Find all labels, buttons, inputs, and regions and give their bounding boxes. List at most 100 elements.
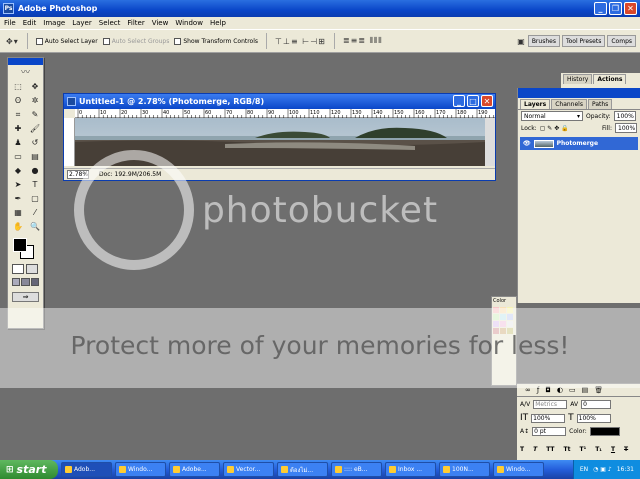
tab-history[interactable]: History — [563, 74, 593, 84]
screen-mode-standard-icon[interactable] — [12, 278, 21, 286]
taskbar-item[interactable]: :::: eB... — [331, 462, 382, 477]
menu-view[interactable]: View — [152, 19, 169, 27]
tab-actions[interactable]: Actions — [593, 74, 627, 84]
taskbar-item[interactable]: ต้องไม่... — [277, 462, 328, 477]
dodge-tool-icon[interactable]: ● — [27, 164, 43, 177]
auto-select-groups-checkbox[interactable]: Auto Select Groups — [102, 37, 169, 45]
document-icon — [67, 97, 76, 106]
menu-select[interactable]: Select — [99, 19, 121, 27]
tab-comps[interactable]: Comps — [607, 35, 636, 47]
photoshop-logo-icon: Ps — [3, 3, 14, 14]
quick-mask-mode-icon[interactable] — [26, 264, 38, 274]
brush-tool-icon[interactable]: 🖌 — [27, 122, 43, 135]
all-caps-icon[interactable]: TT — [546, 446, 554, 453]
standard-mode-icon[interactable] — [12, 264, 24, 274]
marquee-tool-icon[interactable]: ⬚ — [10, 80, 26, 93]
text-style-buttons: T T TT Tt T¹ T₁ T T — [517, 445, 640, 454]
system-tray: EN ◔ ▣ ♪ 16:31 — [572, 460, 640, 479]
baseline-shift-input[interactable]: 0 pt — [532, 427, 567, 436]
move-tool-icon[interactable]: ✥ — [27, 80, 43, 93]
small-caps-icon[interactable]: Tt — [564, 446, 571, 453]
lock-buttons-icon[interactable]: ▢ ✎ ✥ 🔒 — [540, 125, 569, 132]
blur-tool-icon[interactable]: ◆ — [10, 164, 26, 177]
underline-icon[interactable]: T — [611, 446, 615, 453]
subscript-icon[interactable]: T₁ — [595, 446, 602, 453]
taskbar-item[interactable]: Vector... — [223, 462, 274, 477]
tab-color[interactable]: Color — [492, 297, 516, 305]
ruler-tick-label: 160 — [415, 110, 425, 116]
foreground-color-swatch[interactable] — [13, 238, 27, 252]
superscript-icon[interactable]: T¹ — [579, 446, 586, 453]
clock[interactable]: 16:31 — [617, 466, 634, 473]
history-brush-tool-icon[interactable]: ↺ — [27, 136, 43, 149]
move-tool-preset-icon[interactable]: ✥▾ — [6, 37, 19, 46]
tab-brushes[interactable]: Brushes — [527, 35, 560, 47]
language-indicator[interactable]: EN — [580, 466, 588, 473]
show-transform-controls-label: Show Transform Controls — [183, 37, 259, 45]
tab-layers[interactable]: Layers — [520, 99, 551, 109]
tool-options-bar: ✥▾ Auto Select Layer Auto Select Groups … — [0, 29, 640, 53]
taskbar-item[interactable]: Windo... — [115, 462, 166, 477]
fill-input[interactable]: 100% — [615, 123, 637, 133]
menu-window[interactable]: Window — [175, 19, 203, 27]
start-button[interactable]: ⊞ start — [0, 460, 58, 479]
faux-bold-icon[interactable]: T — [520, 446, 524, 453]
eraser-tool-icon[interactable]: ▭ — [10, 150, 26, 163]
menu-layer[interactable]: Layer — [72, 19, 92, 27]
color-swatches — [11, 236, 43, 262]
menu-edit[interactable]: Edit — [23, 19, 37, 27]
jump-to-imageready-icon[interactable]: ⇒ — [12, 292, 39, 302]
restore-button[interactable]: ❐ — [609, 2, 622, 15]
distribute-buttons-icon[interactable]: ≣≡≣ ⫴⫴⫴ — [343, 36, 383, 46]
menu-filter[interactable]: Filter — [127, 19, 144, 27]
faux-italic-icon[interactable]: T — [533, 446, 537, 453]
healing-brush-tool-icon[interactable]: ✚ — [10, 122, 26, 135]
strikethrough-icon[interactable]: T — [624, 446, 628, 453]
tracking-input[interactable]: 0 — [581, 400, 612, 409]
vertical-scale-input[interactable]: 100% — [531, 413, 566, 423]
app-title: Adobe Photoshop — [18, 4, 98, 13]
align-buttons-icon[interactable]: ⊤⊥≡ ⊢⊣⊞ — [275, 37, 326, 46]
menu-file[interactable]: File — [4, 19, 16, 27]
document-maximize-button[interactable]: □ — [467, 95, 479, 107]
ruler-tick-label: 110 — [310, 110, 320, 116]
menu-image[interactable]: Image — [43, 19, 65, 27]
horizontal-scale-input[interactable]: 100% — [576, 413, 611, 423]
gradient-tool-icon[interactable]: ▤ — [27, 150, 43, 163]
tab-channels[interactable]: Channels — [551, 99, 587, 109]
screen-mode-full-icon[interactable] — [30, 278, 39, 286]
opacity-input[interactable]: 100% — [613, 111, 636, 121]
kerning-select[interactable]: Metrics — [533, 400, 568, 409]
menu-help[interactable]: Help — [210, 19, 226, 27]
show-transform-controls-checkbox[interactable]: Show Transform Controls — [174, 37, 259, 45]
tray-icons[interactable]: ◔ ▣ ♪ — [593, 466, 612, 473]
taskbar-item[interactable]: Adobe... — [169, 462, 220, 477]
screen-mode-menu-icon[interactable] — [21, 278, 30, 286]
lasso-tool-icon[interactable]: ʘ — [10, 94, 26, 107]
document-close-button[interactable]: ✕ — [481, 95, 493, 107]
taskbar-item[interactable]: Adob... — [61, 462, 112, 477]
crop-tool-icon[interactable]: ⌗ — [10, 108, 26, 121]
eye-icon[interactable]: 👁 — [523, 140, 531, 147]
document-vertical-scrollbar[interactable] — [485, 118, 495, 166]
palette-well-icon[interactable]: ▣ — [517, 37, 526, 46]
close-button[interactable]: ✕ — [624, 2, 637, 15]
text-color-swatch[interactable] — [589, 427, 620, 436]
layer-row[interactable]: 👁 Photomerge — [520, 137, 638, 150]
document-minimize-button[interactable]: _ — [453, 95, 465, 107]
ruler-tick-label: 100 — [289, 110, 299, 116]
tab-tool-presets[interactable]: Tool Presets — [561, 35, 606, 47]
slice-tool-icon[interactable]: ✎ — [27, 108, 43, 121]
document-title-bar[interactable]: Untitled-1 @ 2.78% (Photomerge, RGB/8) _… — [64, 94, 495, 109]
auto-select-layer-checkbox[interactable]: Auto Select Layer — [35, 37, 98, 45]
taskbar-item[interactable]: Windo... — [493, 462, 544, 477]
tab-paths[interactable]: Paths — [587, 99, 613, 109]
taskbar-item[interactable]: 100N... — [439, 462, 490, 477]
blend-mode-select[interactable]: Normal ▾ — [521, 111, 583, 121]
magic-wand-tool-icon[interactable]: ✲ — [27, 94, 43, 107]
layers-panel-header[interactable] — [518, 88, 640, 98]
taskbar-item[interactable]: Inbox ... — [385, 462, 436, 477]
clone-stamp-tool-icon[interactable]: ♟ — [10, 136, 26, 149]
minimize-button[interactable]: _ — [594, 2, 607, 15]
toolbox-header[interactable] — [8, 58, 43, 65]
